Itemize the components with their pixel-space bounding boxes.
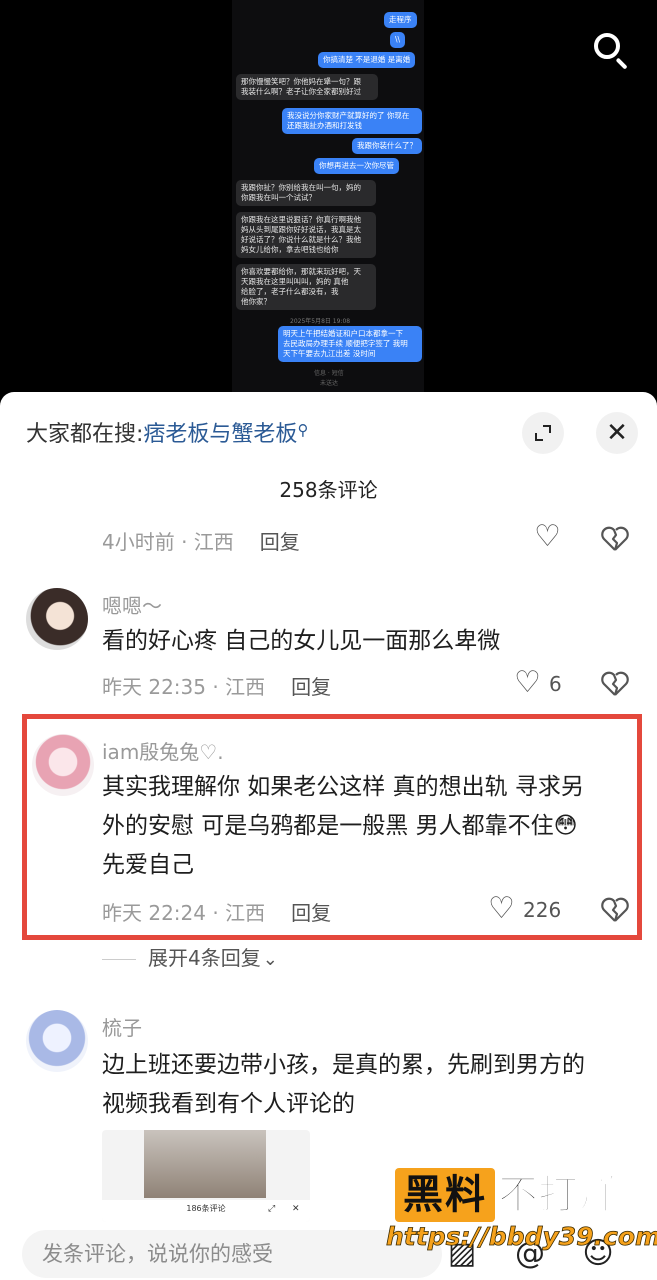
dislike-icon[interactable] <box>601 671 629 697</box>
comment-time: 昨天 22:24 · 江西 <box>102 901 266 925</box>
chat-timestamp: 2025年5月8日 19:08 <box>290 318 351 325</box>
like-icon[interactable]: ♡ <box>488 894 515 924</box>
chat-bubble: 走程序 <box>384 12 417 28</box>
comment-count: 258条评论 <box>279 478 378 502</box>
chat-bubble: 你跟我在这里说狠话？你真行啊我他 妈从头到尾跟你好好说话，我真是太 好说话了？你… <box>236 212 376 258</box>
search-icon[interactable] <box>588 28 634 74</box>
comment-username[interactable]: iam殷兔兔♡. <box>102 736 224 765</box>
expand-replies-label: 展开4条回复 <box>148 946 261 970</box>
chat-bubble: 你搞清楚 不是退婚 是离婚 <box>318 52 416 68</box>
expand-replies-button[interactable]: 展开4条回复 ⌄ <box>102 942 278 971</box>
chat-bubble: 那你慢慢笑吧？你他妈在犟一句？跟 我装什么啊？老子让你全家都别好过 <box>236 74 378 100</box>
thumbnail-caption: 186条评论 <box>102 1200 310 1222</box>
comment-time: 昨天 22:35 · 江西 <box>102 675 266 699</box>
reply-button[interactable]: 回复 <box>291 675 331 699</box>
chevron-down-icon: ⌄ <box>262 949 278 970</box>
dislike-icon[interactable] <box>601 897 629 923</box>
close-icon: ✕ <box>292 1204 300 1214</box>
comment-sheet: 大家都在搜:痞老板与蟹老板⚲ ✕ 258条评论 4小时前 · 江西 回复 ♡ 嗯嗯… <box>0 392 657 1280</box>
like-icon[interactable]: ♡ <box>514 668 541 698</box>
chat-screenshot: 走程序 \\ 你搞清楚 不是退婚 是离婚 那你慢慢笑吧？你他妈在犟一句？跟 我装… <box>232 0 424 392</box>
chat-bubble: 我跟你装什么了？ <box>352 138 422 154</box>
comment-text-line: 边上班还要边带小孩，是真的累，先刷到男方的 <box>102 1052 585 1078</box>
avatar[interactable] <box>26 1010 88 1072</box>
expand-button[interactable] <box>522 412 564 454</box>
chat-bubble: 我没说分你家财产就算好的了 你现在 还跟我扯办酒和打发钱 <box>282 108 422 134</box>
chat-bubble: 你喜欢要都给你，那就来玩好吧，天 天跟我在这里叫叫叫，妈的 真他 给脸了，老子什… <box>236 264 376 310</box>
comment-meta: 昨天 22:24 · 江西 回复 <box>102 897 331 926</box>
watermark-url: https://bbdy39.com <box>386 1222 657 1252</box>
comment-text: 看的好心疼 自己的女儿见一面那么卑微 <box>102 628 501 654</box>
chat-bubble: 你想再进去一次你尽管 <box>314 158 399 174</box>
comment-text-line: 其实我理解你 如果老公这样 真的想出轨 寻求另 <box>102 774 584 800</box>
divider <box>102 959 136 960</box>
like-icon[interactable]: ♡ <box>534 522 561 552</box>
comment-username[interactable]: 嗯嗯～ <box>102 590 162 619</box>
comment-text-line: 外的安慰 可是乌鸦都是一般黑 男人都靠不住😳 <box>102 813 578 839</box>
avatar[interactable] <box>32 734 94 796</box>
search-suggestion-keyword[interactable]: 痞老板与蟹老板 <box>143 422 297 447</box>
search-icon: ⚲ <box>297 421 309 439</box>
comment-text-line: 先爱自己 <box>102 852 194 878</box>
comment-meta: 昨天 22:35 · 江西 回复 <box>102 671 331 700</box>
comment-text-line: 视频我看到有个人评论的 <box>102 1091 355 1117</box>
chat-bubble: 明天上午把结婚证和户口本都拿一下 去民政局办理手续 顺便把字签了 我明 天下午要… <box>278 326 422 362</box>
dislike-icon[interactable] <box>601 526 629 552</box>
like-count: 6 <box>549 672 562 696</box>
search-suggestion[interactable]: 大家都在搜:痞老板与蟹老板⚲ <box>26 416 308 448</box>
comment-time: 4小时前 · 江西 <box>102 530 234 554</box>
close-button[interactable]: ✕ <box>596 412 638 454</box>
comment-input-field[interactable] <box>22 1230 442 1278</box>
chat-bubble: \\ <box>390 32 406 48</box>
expand-icon: ⤢ <box>268 1204 276 1214</box>
chat-footer: 未送达 <box>320 380 339 387</box>
comment-meta: 4小时前 · 江西 回复 <box>102 526 300 555</box>
chat-bubble: 我跟你扯？你别给我在叫一句，妈的 你跟我在叫一个试试？ <box>236 180 376 206</box>
avatar[interactable] <box>26 588 88 650</box>
chat-footer: 信息 · 短信 <box>314 370 344 377</box>
comment-image[interactable]: 186条评论 ⤢ ✕ <box>102 1130 310 1222</box>
reply-button[interactable]: 回复 <box>291 901 331 925</box>
thumbnail-photo <box>144 1130 266 1198</box>
watermark-text: 不打烊 <box>497 1171 619 1219</box>
reply-button[interactable]: 回复 <box>260 530 300 554</box>
video-player[interactable]: 走程序 \\ 你搞清楚 不是退婚 是离婚 那你慢慢笑吧？你他妈在犟一句？跟 我装… <box>0 0 657 392</box>
comment-text: 其实我理解你 如果老公这样 真的想出轨 寻求另 外的安慰 可是乌鸦都是一般黑 男… <box>102 768 584 885</box>
search-suggestion-prefix: 大家都在搜: <box>26 422 144 447</box>
comment-text: 边上班还要边带小孩，是真的累，先刷到男方的 视频我看到有个人评论的 <box>102 1046 585 1124</box>
comment-username[interactable]: 梳子 <box>102 1012 142 1041</box>
watermark-logo: 黑料 <box>395 1168 495 1222</box>
like-count: 226 <box>523 898 562 922</box>
comment-input[interactable] <box>22 1230 442 1278</box>
close-icon: ✕ <box>606 418 628 448</box>
expand-icon <box>535 425 551 441</box>
